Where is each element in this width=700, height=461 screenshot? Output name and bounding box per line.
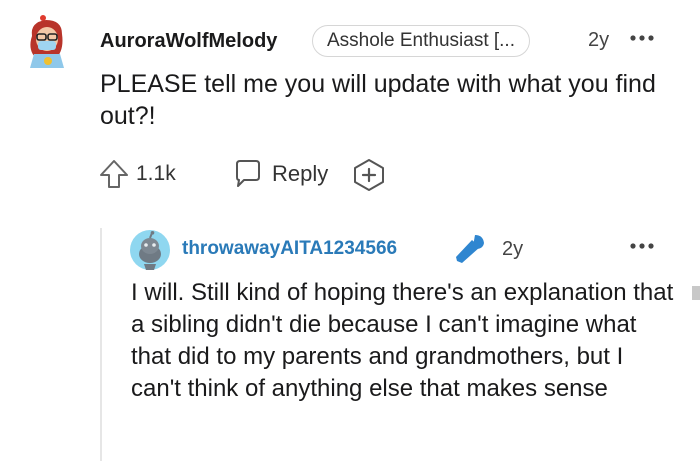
reply-body: I will. Still kind of hoping there's an … xyxy=(131,279,674,402)
speech-bubble-icon xyxy=(236,160,260,187)
comment-username[interactable]: AuroraWolfMelody xyxy=(100,30,277,53)
vote-group: 1.1k xyxy=(98,157,176,191)
microphone-icon xyxy=(456,235,484,263)
scrollbar-thumb[interactable] xyxy=(692,286,700,300)
reply-username[interactable]: throwawayAITA1234566 xyxy=(182,238,397,260)
comment-body: PLEASE tell me you will update with what… xyxy=(100,70,656,130)
reply-button[interactable]: Reply xyxy=(232,157,328,191)
reply-user-avatar[interactable] xyxy=(130,230,170,270)
upvote-arrow-icon[interactable] xyxy=(98,158,130,190)
thread-line[interactable] xyxy=(100,228,102,461)
vote-count: 1.1k xyxy=(136,162,176,185)
user-avatar[interactable] xyxy=(24,12,74,68)
more-dots-icon[interactable] xyxy=(628,28,658,48)
reply-label: Reply xyxy=(272,161,329,186)
user-flair: Asshole Enthusiast [... xyxy=(312,25,530,57)
reply-timestamp[interactable]: 2y xyxy=(502,238,523,261)
more-dots-icon[interactable] xyxy=(628,236,658,256)
add-award-icon[interactable] xyxy=(352,158,386,192)
comment-timestamp[interactable]: 2y xyxy=(588,29,609,52)
